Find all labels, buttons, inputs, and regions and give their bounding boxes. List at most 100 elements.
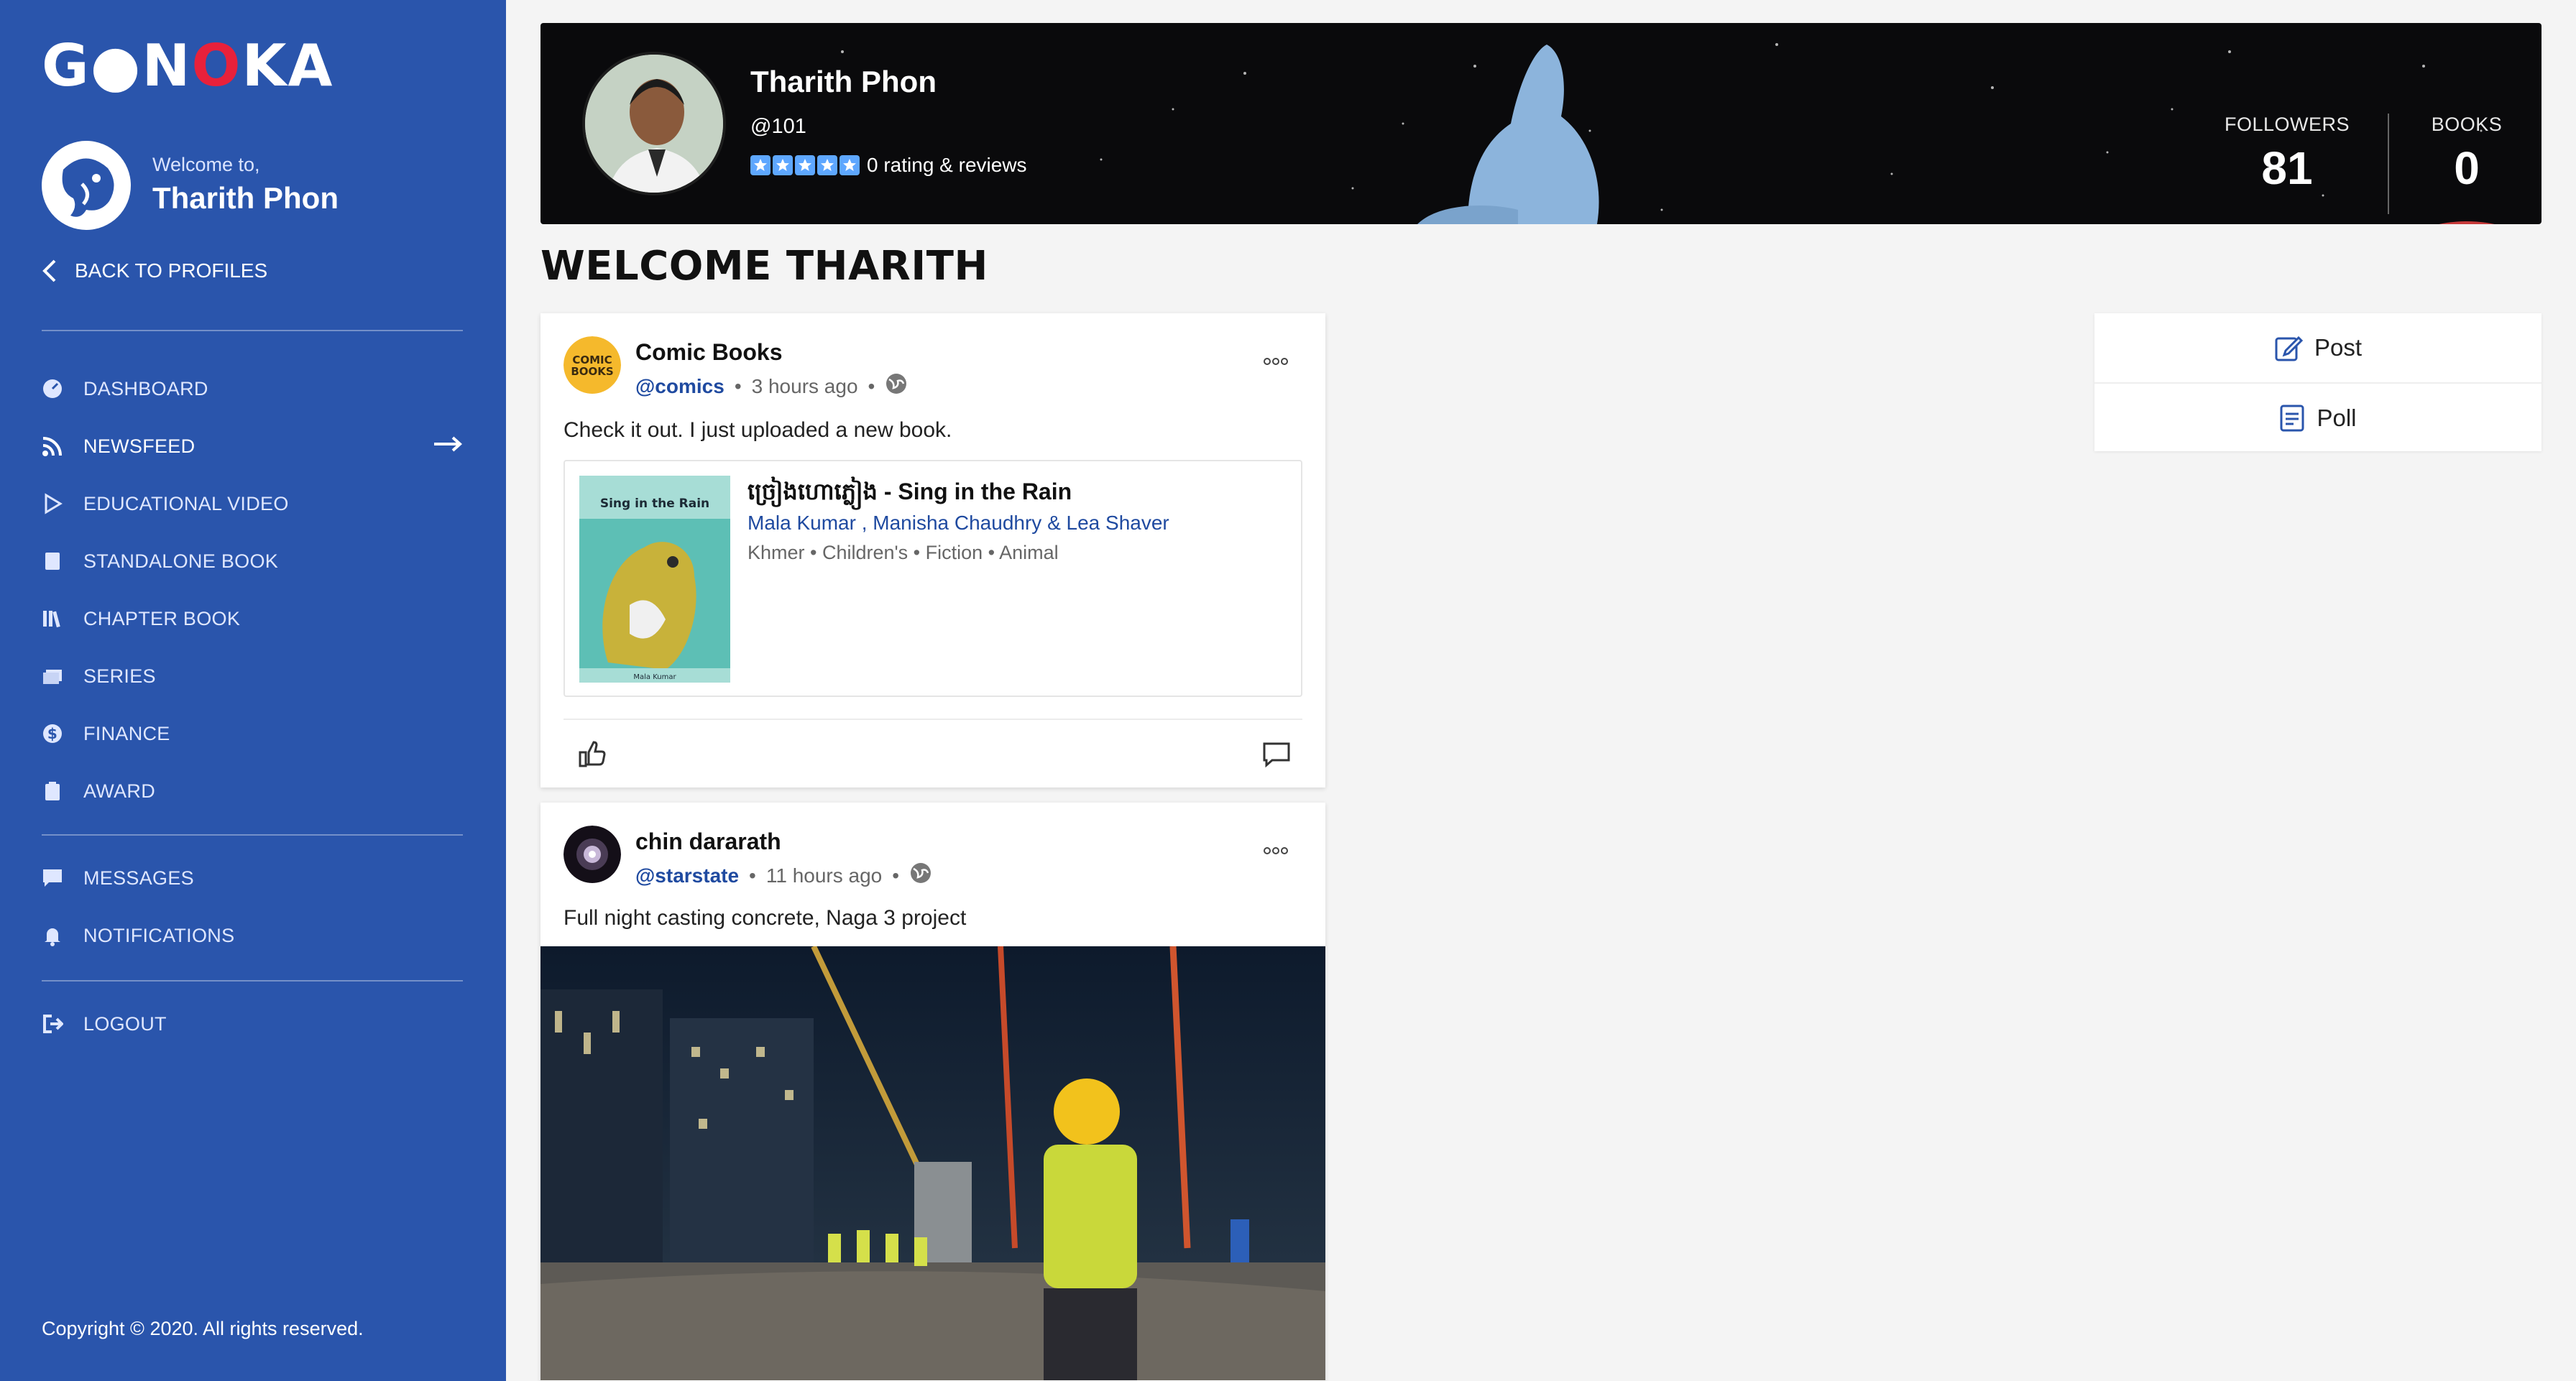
post-card: chin dararath @starstate • 11 hours ago … [540, 803, 1325, 1381]
book-cover[interactable]: Sing in the Rain Mala Kumar [579, 476, 730, 683]
poll-icon [2280, 405, 2304, 432]
followers-stat[interactable]: FOLLOWERS 81 [2222, 114, 2352, 195]
profile-name: Tharith Phon [750, 65, 937, 98]
stat-divider [2388, 114, 2389, 214]
welcome-block: Welcome to, Tharith Phon [42, 141, 487, 234]
post-meta: @comics • 3 hours ago • [635, 372, 908, 400]
logo-letter: KA [242, 32, 334, 99]
post-card: COMIC BOOKS Comic Books @comics • 3 hour… [540, 313, 1325, 788]
nav-label: AWARD [83, 780, 155, 802]
post-meta: @starstate • 11 hours ago • [635, 862, 932, 890]
profile-rating[interactable]: 0 rating & reviews [750, 154, 1027, 177]
rss-icon [42, 435, 63, 457]
book-title[interactable]: ច្រៀងហោភ្លៀង - Sing in the Rain [748, 477, 1072, 511]
nav-item-standalone-book[interactable]: STANDALONE BOOK [42, 543, 463, 579]
nav-item-dashboard[interactable]: DASHBOARD [42, 371, 463, 407]
nav-label: NOTIFICATIONS [83, 924, 235, 946]
books-stat[interactable]: BOOKS 0 [2424, 114, 2510, 195]
logo-letter: N [142, 32, 192, 99]
book-cover-title: Sing in the Rain [600, 496, 709, 511]
nav-label: EDUCATIONAL VIDEO [83, 492, 289, 514]
dot-separator: • [734, 374, 742, 397]
card-divider [564, 719, 1302, 720]
globe-icon [909, 862, 932, 890]
book-authors[interactable]: Mala Kumar , Manisha Chaudhry & Lea Shav… [748, 512, 1169, 535]
chin-dararath-avatar[interactable] [564, 826, 621, 883]
poll-label: Poll [2317, 405, 2357, 431]
sidebar: G●NOKA Welcome to, Tharith Phon BACK TO … [0, 0, 506, 1381]
nav-label: NEWSFEED [83, 435, 196, 457]
book-tags: Khmer • Children's • Fiction • Animal [748, 542, 1059, 563]
nav-label: STANDALONE BOOK [83, 550, 279, 572]
dollar-icon: $ [42, 723, 63, 744]
profile-avatar[interactable] [582, 52, 726, 195]
post-text: Full night casting concrete, Naga 3 proj… [564, 906, 967, 930]
create-post-button[interactable]: Post [2094, 313, 2542, 382]
chevron-left-icon [42, 259, 56, 282]
nav-label: MESSAGES [83, 867, 194, 889]
clipboard-icon [42, 780, 63, 802]
composer-panel: Post Poll [2094, 313, 2542, 451]
thumbs-up-icon [579, 741, 606, 767]
nav-label: FINANCE [83, 722, 170, 744]
nav-item-educational-video[interactable]: EDUCATIONAL VIDEO [42, 486, 463, 522]
logo-red-o-icon: O [191, 32, 242, 99]
nav-item-messages[interactable]: MESSAGES [42, 860, 463, 896]
stack-icon [42, 665, 63, 687]
post-author-handle[interactable]: @comics [635, 375, 724, 398]
page-title: WELCOME THARITH [540, 243, 988, 290]
dot-separator: • [749, 864, 756, 887]
comment-icon [1263, 742, 1290, 768]
post-label: Post [2314, 334, 2363, 361]
nav-item-notifications[interactable]: NOTIFICATIONS [42, 918, 463, 953]
nav-item-newsfeed[interactable]: NEWSFEED [42, 428, 463, 464]
nav-label: DASHBOARD [83, 377, 208, 399]
post-author-name[interactable]: chin dararath [635, 828, 781, 855]
comic-books-avatar[interactable]: COMIC BOOKS [564, 336, 621, 394]
message-icon [42, 867, 63, 889]
post-options-icon[interactable] [1264, 846, 1288, 859]
post-author-handle[interactable]: @starstate [635, 864, 739, 887]
star-icon [750, 155, 770, 175]
shared-book-card[interactable]: Sing in the Rain Mala Kumar ច្រៀងហោភ្លៀង… [564, 460, 1302, 697]
followers-label: FOLLOWERS [2224, 114, 2350, 135]
create-poll-button[interactable]: Poll [2094, 384, 2542, 453]
nav-item-chapter-book[interactable]: CHAPTER BOOK [42, 601, 463, 637]
logo-elephant-icon: ● [90, 32, 142, 99]
bell-icon [42, 925, 63, 946]
nav-label: LOGOUT [83, 1012, 167, 1035]
star-icon [773, 155, 793, 175]
sidebar-divider [42, 330, 463, 331]
followers-count: 81 [2261, 142, 2313, 194]
post-options-icon[interactable] [1264, 356, 1288, 369]
post-photo[interactable] [540, 946, 1325, 1380]
dashboard-icon [42, 378, 63, 399]
sidebar-divider [42, 980, 463, 982]
books-count: 0 [2454, 142, 2480, 194]
logout-icon [42, 1013, 63, 1035]
copyright-text: Copyright © 2020. All rights reserved. [42, 1318, 364, 1339]
globe-icon [885, 372, 908, 400]
books-label: BOOKS [2431, 114, 2503, 135]
back-to-profiles-link[interactable]: BACK TO PROFILES [42, 259, 267, 283]
profile-banner: Tharith Phon @101 0 rating & reviews FOL… [540, 23, 2542, 224]
arrow-right-icon [433, 435, 463, 458]
book-icon [42, 550, 63, 572]
like-button[interactable] [578, 740, 607, 772]
dot-separator: • [892, 864, 900, 887]
post-author-name[interactable]: Comic Books [635, 339, 782, 366]
comment-button[interactable] [1262, 740, 1291, 772]
back-label: BACK TO PROFILES [75, 259, 268, 282]
logout-button[interactable]: LOGOUT [42, 1006, 463, 1042]
rating-text: 0 rating & reviews [867, 154, 1027, 176]
post-text: Check it out. I just uploaded a new book… [564, 418, 952, 442]
welcome-user-name: Tharith Phon [152, 181, 339, 215]
nav-item-finance[interactable]: $ FINANCE [42, 716, 463, 752]
nav-item-award[interactable]: AWARD [42, 773, 463, 809]
nav-item-series[interactable]: SERIES [42, 658, 463, 694]
gonoka-logo[interactable]: G●NOKA [42, 37, 334, 95]
post-time: 11 hours ago [765, 864, 883, 887]
star-icon [795, 155, 815, 175]
library-icon [42, 608, 63, 629]
nav-label: CHAPTER BOOK [83, 607, 241, 629]
